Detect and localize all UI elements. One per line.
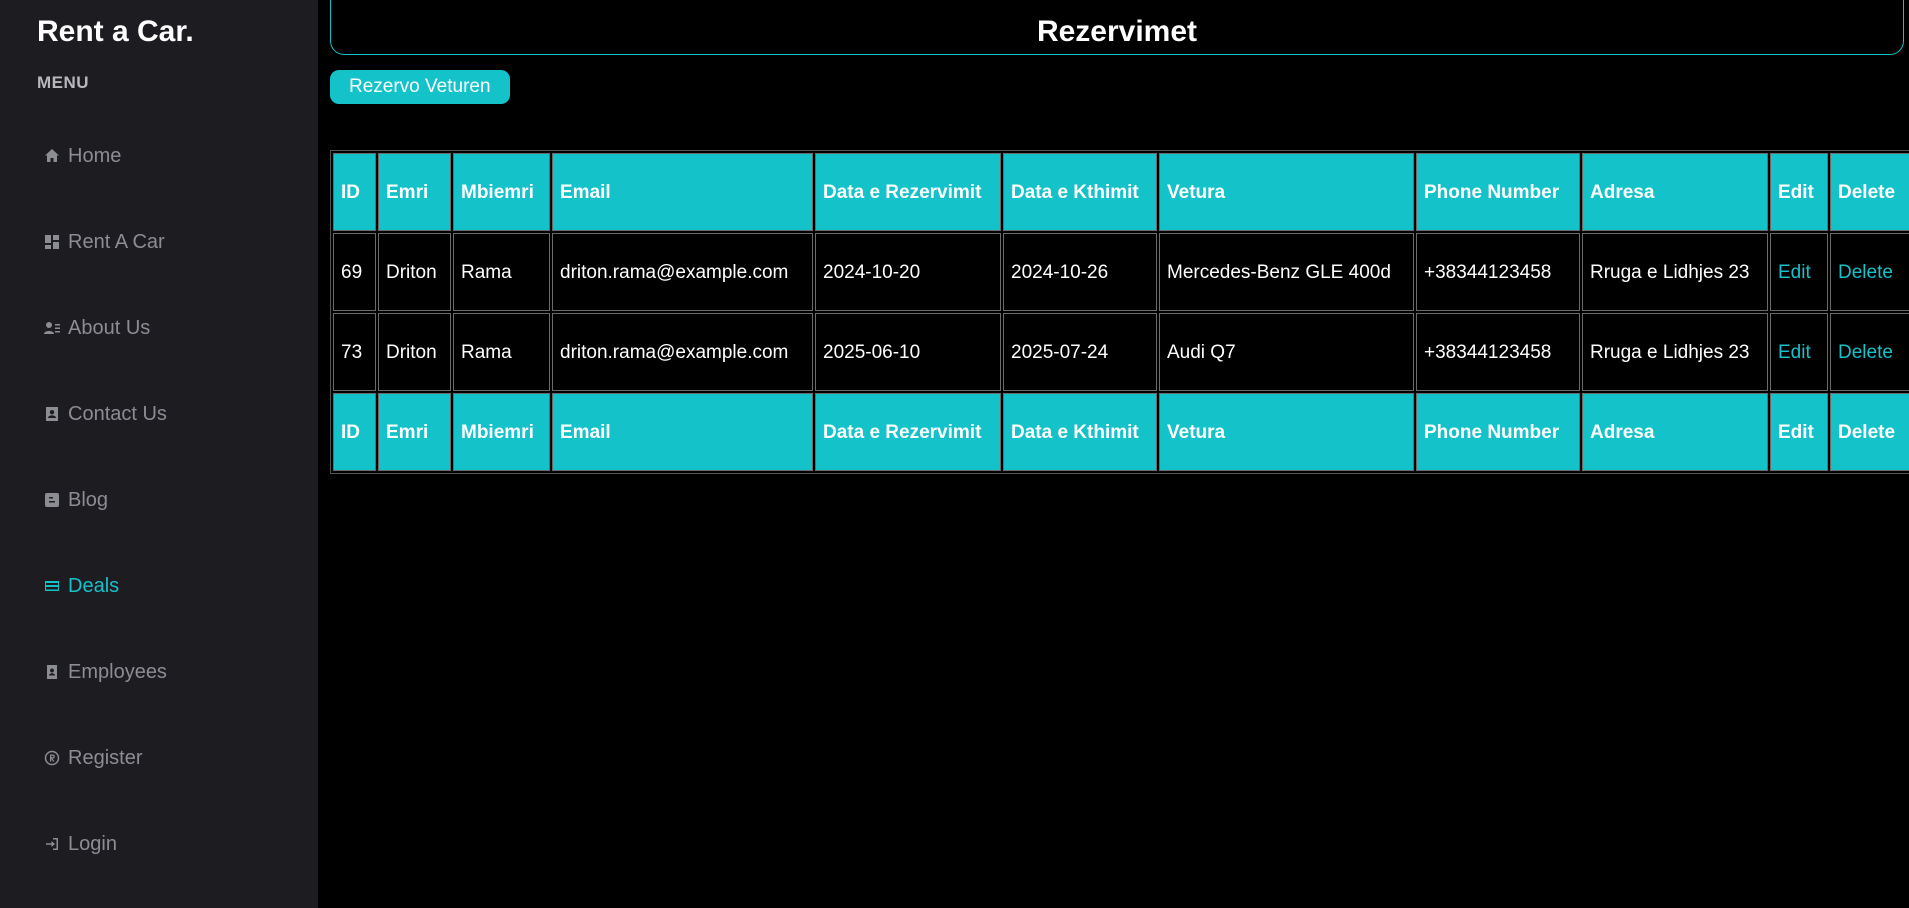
col-email-footer: Email <box>552 393 813 471</box>
col-email-header: Email <box>552 153 813 231</box>
sidebar-item-label: Deals <box>68 574 120 597</box>
home-icon <box>44 148 60 164</box>
cell-emri: Driton <box>378 233 451 311</box>
menu-label: MENU <box>37 73 90 92</box>
dashboard-icon <box>44 234 60 250</box>
page-header: Rezervimet <box>330 0 1904 55</box>
col-data-rezervimit-header: Data e Rezervimit <box>815 153 1001 231</box>
page-title: Rezervimet <box>1036 15 1198 48</box>
delete-link[interactable]: Delete <box>1838 342 1893 363</box>
cell-email: driton.rama@example.com <box>552 233 813 311</box>
col-mbiemri-footer: Mbiemri <box>453 393 550 471</box>
sidebar-item-login[interactable]: Login <box>44 830 117 858</box>
cell-phone: +38344123458 <box>1416 313 1580 391</box>
col-edit-header: Edit <box>1770 153 1828 231</box>
col-vetura-header: Vetura <box>1159 153 1414 231</box>
col-edit-footer: Edit <box>1770 393 1828 471</box>
col-phone-header: Phone Number <box>1416 153 1580 231</box>
sidebar-item-label: Home <box>68 144 122 167</box>
col-mbiemri-header: Mbiemri <box>453 153 550 231</box>
brand-logo[interactable]: Rent a Car. <box>37 14 194 50</box>
sidebar-item-register[interactable]: Register <box>44 744 142 772</box>
cell-data-kthimit: 2025-07-24 <box>1003 313 1157 391</box>
cell-edit: Edit <box>1770 313 1828 391</box>
col-vetura-footer: Vetura <box>1159 393 1414 471</box>
sidebar-item-home[interactable]: Home <box>44 142 121 170</box>
sidebar-item-label: Login <box>68 832 117 855</box>
sidebar-item-label: Register <box>68 746 143 769</box>
table-body: 69 Driton Rama driton.rama@example.com 2… <box>333 233 1909 391</box>
cell-data-rezervimit: 2025-06-10 <box>815 313 1001 391</box>
col-emri-footer: Emri <box>378 393 451 471</box>
table-row: 73 Driton Rama driton.rama@example.com 2… <box>333 313 1909 391</box>
sidebar-item-rent-a-car[interactable]: Rent A Car <box>44 228 165 256</box>
col-delete-header: Delete <box>1830 153 1909 231</box>
sidebar-item-label: Employees <box>68 660 167 683</box>
user-list-icon <box>44 320 60 336</box>
edit-link[interactable]: Edit <box>1778 262 1811 283</box>
cell-id: 69 <box>333 233 376 311</box>
cell-delete: Delete <box>1830 233 1909 311</box>
cell-delete: Delete <box>1830 313 1909 391</box>
col-phone-footer: Phone Number <box>1416 393 1580 471</box>
cell-vetura: Mercedes-Benz GLE 400d <box>1159 233 1414 311</box>
registered-icon <box>44 750 60 766</box>
reservations-table: ID Emri Mbiemri Email Data e Rezervimit … <box>330 150 1909 474</box>
sidebar-item-deals[interactable]: Deals <box>44 572 119 600</box>
delete-link[interactable]: Delete <box>1838 262 1893 283</box>
col-id-header: ID <box>333 153 376 231</box>
table-header: ID Emri Mbiemri Email Data e Rezervimit … <box>333 153 1909 231</box>
blog-icon <box>44 492 60 508</box>
sidebar-item-label: Contact Us <box>68 402 167 425</box>
table-header-row: ID Emri Mbiemri Email Data e Rezervimit … <box>333 153 1909 231</box>
sidebar: Rent a Car. MENU Home Rent A Car About U… <box>0 0 318 908</box>
edit-link[interactable]: Edit <box>1778 342 1811 363</box>
cell-mbiemri: Rama <box>453 313 550 391</box>
app: Rent a Car. MENU Home Rent A Car About U… <box>0 0 1909 908</box>
table-row: 69 Driton Rama driton.rama@example.com 2… <box>333 233 1909 311</box>
sidebar-item-label: About Us <box>68 316 151 339</box>
reserve-car-button[interactable]: Rezervo Veturen <box>330 70 510 104</box>
col-adresa-footer: Adresa <box>1582 393 1768 471</box>
cell-adresa: Rruga e Lidhjes 23 <box>1582 233 1768 311</box>
id-badge-icon <box>44 664 60 680</box>
cell-edit: Edit <box>1770 233 1828 311</box>
cell-mbiemri: Rama <box>453 233 550 311</box>
table-footer-row: ID Emri Mbiemri Email Data e Rezervimit … <box>333 393 1909 471</box>
sidebar-item-label: Blog <box>68 488 109 511</box>
col-data-rezervimit-footer: Data e Rezervimit <box>815 393 1001 471</box>
col-delete-footer: Delete <box>1830 393 1909 471</box>
col-emri-header: Emri <box>378 153 451 231</box>
contact-card-icon <box>44 406 60 422</box>
cell-phone: +38344123458 <box>1416 233 1580 311</box>
col-data-kthimit-footer: Data e Kthimit <box>1003 393 1157 471</box>
cell-adresa: Rruga e Lidhjes 23 <box>1582 313 1768 391</box>
sidebar-item-blog[interactable]: Blog <box>44 486 108 514</box>
col-data-kthimit-header: Data e Kthimit <box>1003 153 1157 231</box>
sidebar-item-employees[interactable]: Employees <box>44 658 167 686</box>
cell-data-kthimit: 2024-10-26 <box>1003 233 1157 311</box>
credit-card-icon <box>44 578 60 594</box>
cell-vetura: Audi Q7 <box>1159 313 1414 391</box>
col-adresa-header: Adresa <box>1582 153 1768 231</box>
login-icon <box>44 836 60 852</box>
col-id-footer: ID <box>333 393 376 471</box>
table-footer: ID Emri Mbiemri Email Data e Rezervimit … <box>333 393 1909 471</box>
cell-email: driton.rama@example.com <box>552 313 813 391</box>
cell-id: 73 <box>333 313 376 391</box>
sidebar-item-about-us[interactable]: About Us <box>44 314 150 342</box>
cell-data-rezervimit: 2024-10-20 <box>815 233 1001 311</box>
cell-emri: Driton <box>378 313 451 391</box>
sidebar-item-label: Rent A Car <box>68 230 165 253</box>
sidebar-item-contact-us[interactable]: Contact Us <box>44 400 167 428</box>
